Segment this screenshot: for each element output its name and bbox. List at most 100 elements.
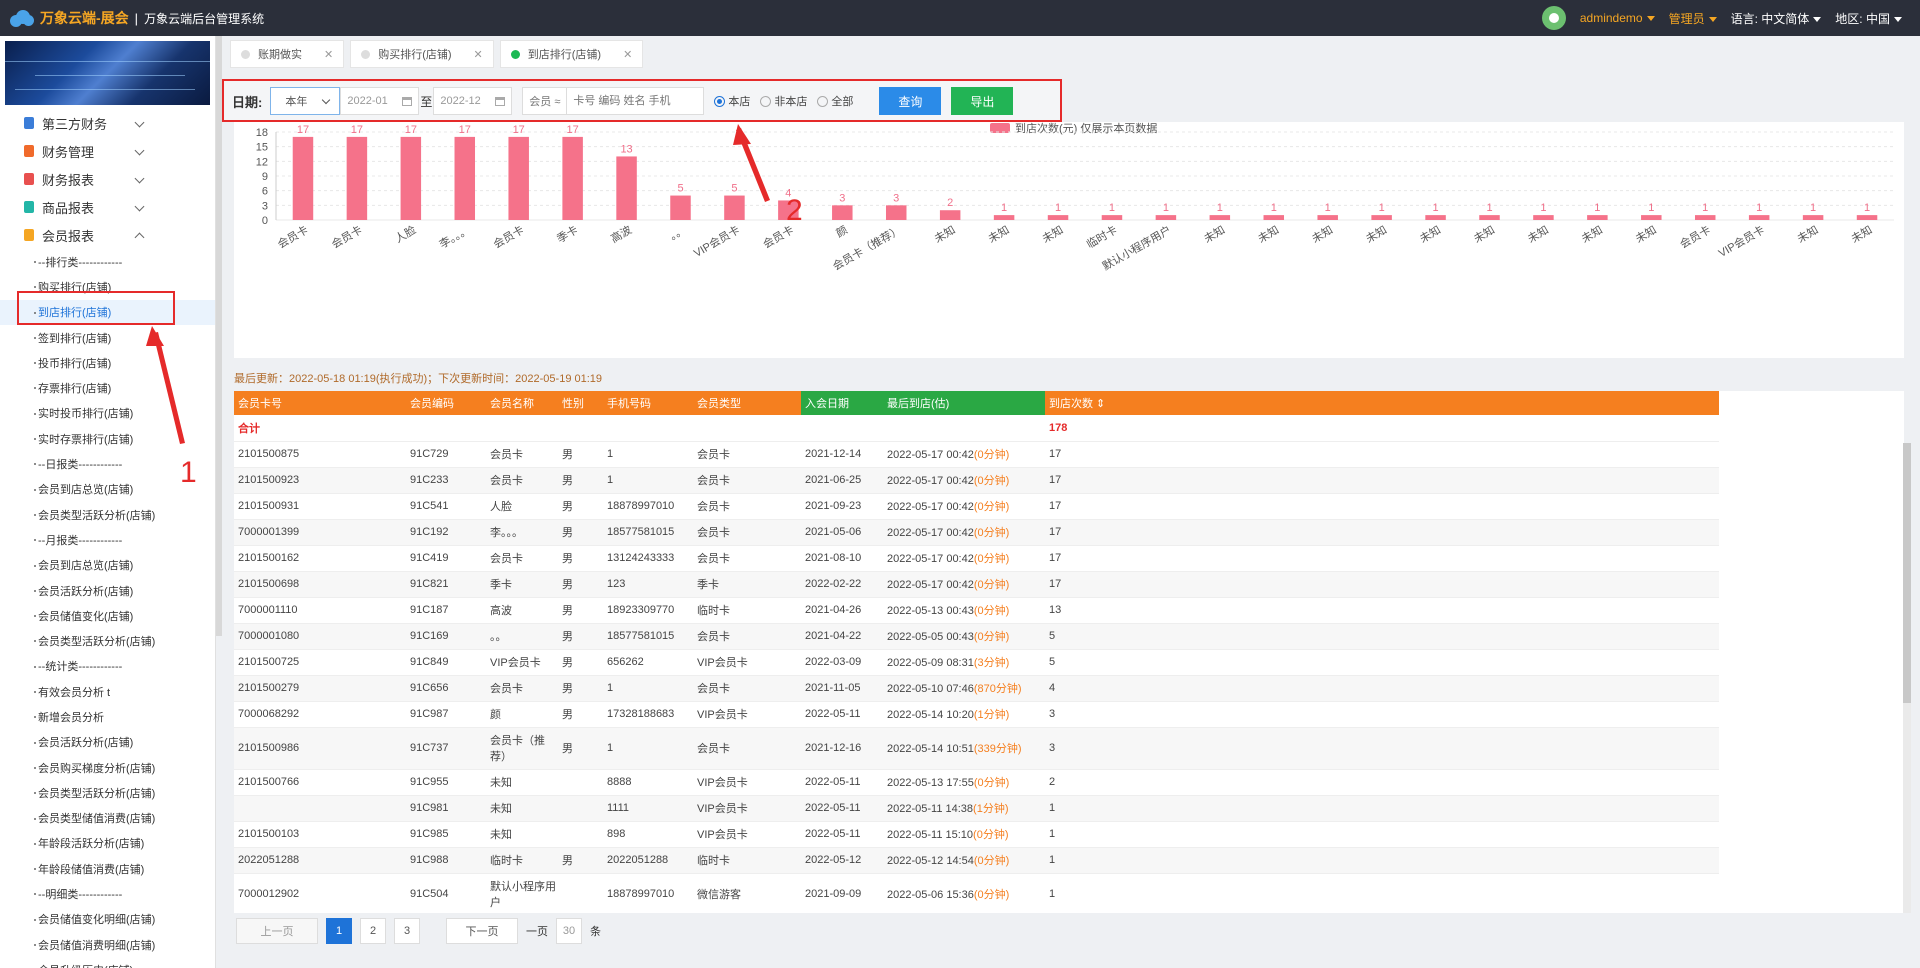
chart-bar[interactable] xyxy=(1641,215,1662,220)
sidebar-item[interactable]: 年龄段活跃分析(店铺) xyxy=(0,831,215,856)
table-row[interactable]: 7000001080 91C169。。男 18577581015 会员卡 2021-04… xyxy=(234,623,1719,650)
language-menu[interactable]: 语言: 中文简体 xyxy=(1731,10,1822,27)
chart-bar[interactable] xyxy=(1694,215,1716,220)
tab-2[interactable]: 到店排行(店铺) ✕ xyxy=(499,40,644,68)
close-icon[interactable]: ✕ xyxy=(324,48,333,61)
chart-bar[interactable] xyxy=(508,136,529,220)
chart-bar[interactable] xyxy=(292,136,314,220)
sidebar-item[interactable]: 会员活跃分析(店铺) xyxy=(0,578,215,603)
radio-store[interactable]: 本店 xyxy=(714,93,750,109)
tab-0[interactable]: 账期做实 ✕ xyxy=(230,40,345,68)
radio-other-store[interactable]: 非本店 xyxy=(760,93,807,109)
table-row[interactable]: 7000001399 91C192 李。。。男 18577581015 会员卡 2021-… xyxy=(234,519,1719,546)
chart-bar[interactable] xyxy=(832,205,853,220)
table-row[interactable]: 2101500986 91C737 会员卡（推荐）男 1 会员卡 2021-12-16 20… xyxy=(234,727,1719,770)
chart-bar[interactable] xyxy=(1155,215,1177,220)
chart-bar[interactable] xyxy=(1802,215,1824,220)
table-row[interactable]: 2101500162 91C419 会员卡男 13124243333 会员卡 2021-0… xyxy=(234,545,1719,572)
sidebar-group-2[interactable]: 财务报表 xyxy=(0,165,215,193)
sidebar-item[interactable]: 会员购买梯度分析(店铺) xyxy=(0,755,215,780)
sidebar-item[interactable]: 会员类型活跃分析(店铺) xyxy=(0,502,215,527)
table-row[interactable]: 2101500766 91C955 未知 8888 VIP会员卡 2022-05-11 20… xyxy=(234,769,1719,796)
query-button[interactable]: 查询 xyxy=(879,87,942,115)
region-menu[interactable]: 地区: 中国 xyxy=(1835,10,1902,27)
chart-bar[interactable] xyxy=(1371,215,1392,220)
sidebar-group-0[interactable]: 第三方财务 xyxy=(0,109,215,137)
chart-bar[interactable] xyxy=(616,156,637,220)
sidebar-group-4[interactable]: 会员报表 xyxy=(0,221,215,249)
page-button-1[interactable]: 1 xyxy=(326,918,352,944)
column-header[interactable]: 到店次数 ⇕ xyxy=(1045,391,1719,415)
radio-all[interactable]: 全部 xyxy=(817,93,853,109)
period-select[interactable]: 本年 xyxy=(270,87,341,115)
table-row[interactable]: 2101500698 91C821 季卡男 123 季卡 2022-02-22 2022-0… xyxy=(234,571,1719,598)
tab-1[interactable]: 购买排行(店铺) ✕ xyxy=(350,40,494,68)
export-button[interactable]: 导出 xyxy=(951,87,1014,115)
prev-page-button[interactable]: 上一页 xyxy=(236,918,318,944)
page-button-3[interactable]: 3 xyxy=(394,918,420,944)
sidebar-item[interactable]: 会员类型储值消费(店铺) xyxy=(0,806,215,831)
close-icon[interactable]: ✕ xyxy=(474,48,483,61)
sidebar-item[interactable]: 会员储值变化明细(店铺) xyxy=(0,907,215,932)
chart-bar[interactable] xyxy=(1748,215,1770,220)
chart-bar[interactable] xyxy=(724,195,745,220)
table-row[interactable]: 7000012902 91C504 默认小程序用户 18878997010 微信游客 20… xyxy=(234,873,1719,913)
date-from-input[interactable]: 2022-01 xyxy=(340,87,420,115)
chart-bar[interactable] xyxy=(1479,215,1500,220)
chart-bar[interactable] xyxy=(885,205,907,220)
sidebar-item[interactable]: 会员储值消费明细(店铺) xyxy=(0,932,215,957)
sidebar-item[interactable]: 新增会员分析 xyxy=(0,704,215,729)
sidebar-item[interactable]: 有效会员分析 t xyxy=(0,679,215,704)
sidebar-group-3[interactable]: 商品报表 xyxy=(0,193,215,221)
sidebar-item[interactable]: 会员升级历史(店铺) xyxy=(0,957,215,968)
date-to-input[interactable]: 2022-12 xyxy=(433,87,513,115)
sidebar-item[interactable]: 签到排行(店铺) xyxy=(0,325,215,350)
chart-bar[interactable] xyxy=(1101,215,1123,220)
chart-bar[interactable] xyxy=(1047,215,1069,220)
sidebar-item[interactable]: 实时投币排行(店铺) xyxy=(0,401,215,426)
sidebar-item[interactable]: 会员到店总览(店铺) xyxy=(0,553,215,578)
member-search-input[interactable] xyxy=(567,88,704,114)
sidebar-item[interactable]: 会员类型活跃分析(店铺) xyxy=(0,628,215,653)
sidebar-item[interactable]: 会员活跃分析(店铺) xyxy=(0,730,215,755)
chart-bar[interactable] xyxy=(400,136,422,220)
table-row[interactable]: 2101500875 91C729 会员卡男 1 会员卡 2021-12-14 2022-0… xyxy=(234,441,1719,468)
table-row[interactable]: 7000068292 91C987 颜男 17328188683 VIP会员卡 2022-… xyxy=(234,701,1719,728)
chart-bar[interactable] xyxy=(1425,215,1446,220)
next-page-button[interactable]: 下一页 xyxy=(446,918,518,944)
page-button-2[interactable]: 2 xyxy=(360,918,386,944)
sidebar-item[interactable]: 年龄段储值消费(店铺) xyxy=(0,856,215,881)
sidebar-item[interactable]: 存票排行(店铺) xyxy=(0,375,215,400)
sidebar-item[interactable]: 投币排行(店铺) xyxy=(0,350,215,375)
chart-bar[interactable] xyxy=(562,136,583,220)
sidebar-group-1[interactable]: 财务管理 xyxy=(0,137,215,165)
chart-bar[interactable] xyxy=(346,136,368,220)
chart-bar[interactable] xyxy=(1856,215,1878,220)
sidebar-item[interactable]: 会员类型活跃分析(店铺) xyxy=(0,780,215,805)
table-row[interactable]: 91C981 未知 1111 VIP会员卡 2022-05-11 2022-05-11 1… xyxy=(234,795,1719,822)
user-menu[interactable]: admindemo xyxy=(1580,11,1655,25)
table-row[interactable]: 2101500725 91C849 VIP会员卡男 656262 VIP会员卡 2022-… xyxy=(234,649,1719,676)
chart-bar[interactable] xyxy=(939,210,961,220)
sidebar-scrollbar[interactable] xyxy=(216,36,222,636)
table-row[interactable]: 2101500931 91C541 人脸男 18878997010 会员卡 2021-09… xyxy=(234,493,1719,520)
table-row[interactable]: 2101500279 91C656 会员卡男 1 会员卡 2021-11-05 2022-0… xyxy=(234,675,1719,702)
chart-bar[interactable] xyxy=(1209,215,1231,220)
close-icon[interactable]: ✕ xyxy=(623,48,632,61)
sidebar-item[interactable]: 实时存票排行(店铺) xyxy=(0,426,215,451)
table-row[interactable]: 7000001110 91C187 高波男 18923309770 临时卡 2021-04… xyxy=(234,597,1719,624)
role-menu[interactable]: 管理员 xyxy=(1669,10,1717,27)
chart-bar[interactable] xyxy=(993,215,1015,220)
per-page-input[interactable]: 30 xyxy=(556,918,582,944)
chart-bar[interactable] xyxy=(1317,215,1338,220)
chart-bar[interactable] xyxy=(670,195,691,220)
sidebar-item[interactable]: 会员储值变化(店铺) xyxy=(0,603,215,628)
chart-bar[interactable] xyxy=(454,136,476,220)
avatar[interactable] xyxy=(1541,6,1566,30)
chart-bar[interactable] xyxy=(1587,215,1608,220)
table-row[interactable]: 2101500923 91C233 会员卡男 1 会员卡 2021-06-25 2022-0… xyxy=(234,467,1719,494)
table-scrollbar[interactable] xyxy=(1903,443,1911,913)
chart-bar[interactable] xyxy=(1533,215,1554,220)
chart-bar[interactable] xyxy=(1263,215,1285,220)
table-row[interactable]: 2101500103 91C985 未知 898 VIP会员卡 2022-05-11 202… xyxy=(234,821,1719,848)
